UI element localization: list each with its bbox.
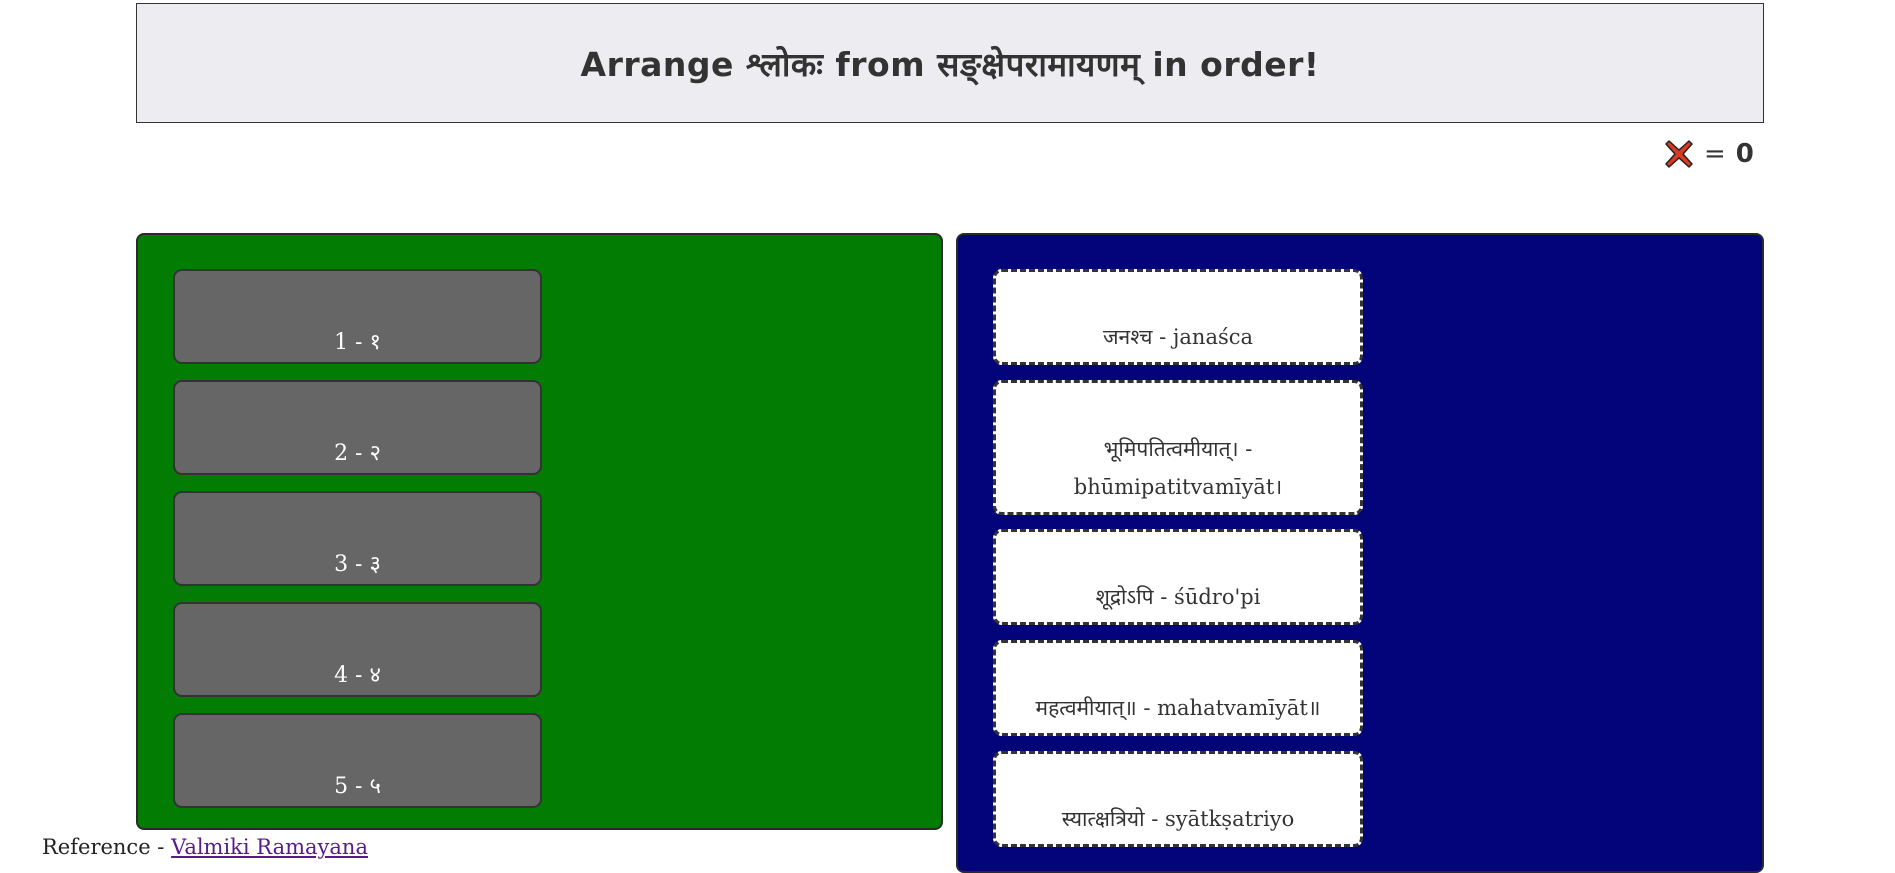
card-text: शूद्रोऽपि - śūdro'pi — [1095, 585, 1261, 609]
page-title: Arrange श्लोकः from सङ्क्षेपरामायणम् in … — [580, 44, 1320, 84]
card-text: महत्वमीयात्॥ - mahatvamīyāt॥ — [1035, 696, 1321, 720]
slot-label: 2 - २ — [334, 441, 381, 466]
draggable-card[interactable]: जनश्च - janaśca — [993, 269, 1363, 365]
reference-link[interactable]: Valmiki Ramayana — [171, 835, 368, 859]
answer-slot-5[interactable]: 5 - ५ — [173, 713, 542, 808]
reference-prefix: Reference - — [42, 835, 172, 859]
slot-label: 3 - ३ — [334, 552, 381, 577]
card-text: जनश्च - janaśca — [1102, 325, 1254, 349]
equals-sign: = — [1704, 139, 1726, 169]
title-banner: Arrange श्लोकः from सङ्क्षेपरामायणम् in … — [136, 3, 1764, 123]
answer-slot-2[interactable]: 2 - २ — [173, 380, 542, 475]
mistake-counter: = 0 — [1664, 138, 1754, 170]
reference-footer: Reference - Valmiki Ramayana — [42, 835, 368, 859]
card-text: स्यात्क्षत्रियो - syātkṣatriyo — [1061, 807, 1295, 831]
answer-drop-panel: 1 - १ 2 - २ 3 - ३ 4 - ४ 5 - ५ — [136, 233, 943, 830]
card-text: भूमिपतित्वमीयात्। - bhūmipatitvamīyāt। — [1073, 437, 1283, 499]
draggable-card[interactable]: भूमिपतित्वमीयात्। - bhūmipatitvamīyāt। — [993, 380, 1363, 515]
slot-label: 1 - १ — [334, 330, 381, 355]
answer-slot-4[interactable]: 4 - ४ — [173, 602, 542, 697]
answer-slot-1[interactable]: 1 - १ — [173, 269, 542, 364]
draggable-card[interactable]: महत्वमीयात्॥ - mahatvamīyāt॥ — [993, 640, 1363, 736]
slot-label: 4 - ४ — [334, 663, 381, 688]
answer-slot-3[interactable]: 3 - ३ — [173, 491, 542, 586]
slot-label: 5 - ५ — [334, 774, 381, 799]
close-x-icon — [1665, 140, 1693, 168]
shloka-cards-panel: जनश्च - janaśca भूमिपतित्वमीयात्। - bhūm… — [956, 233, 1764, 873]
draggable-card[interactable]: शूद्रोऽपि - śūdro'pi — [993, 529, 1363, 625]
mistake-count: 0 — [1735, 139, 1754, 169]
draggable-card[interactable]: स्यात्क्षत्रियो - syātkṣatriyo — [993, 751, 1363, 847]
